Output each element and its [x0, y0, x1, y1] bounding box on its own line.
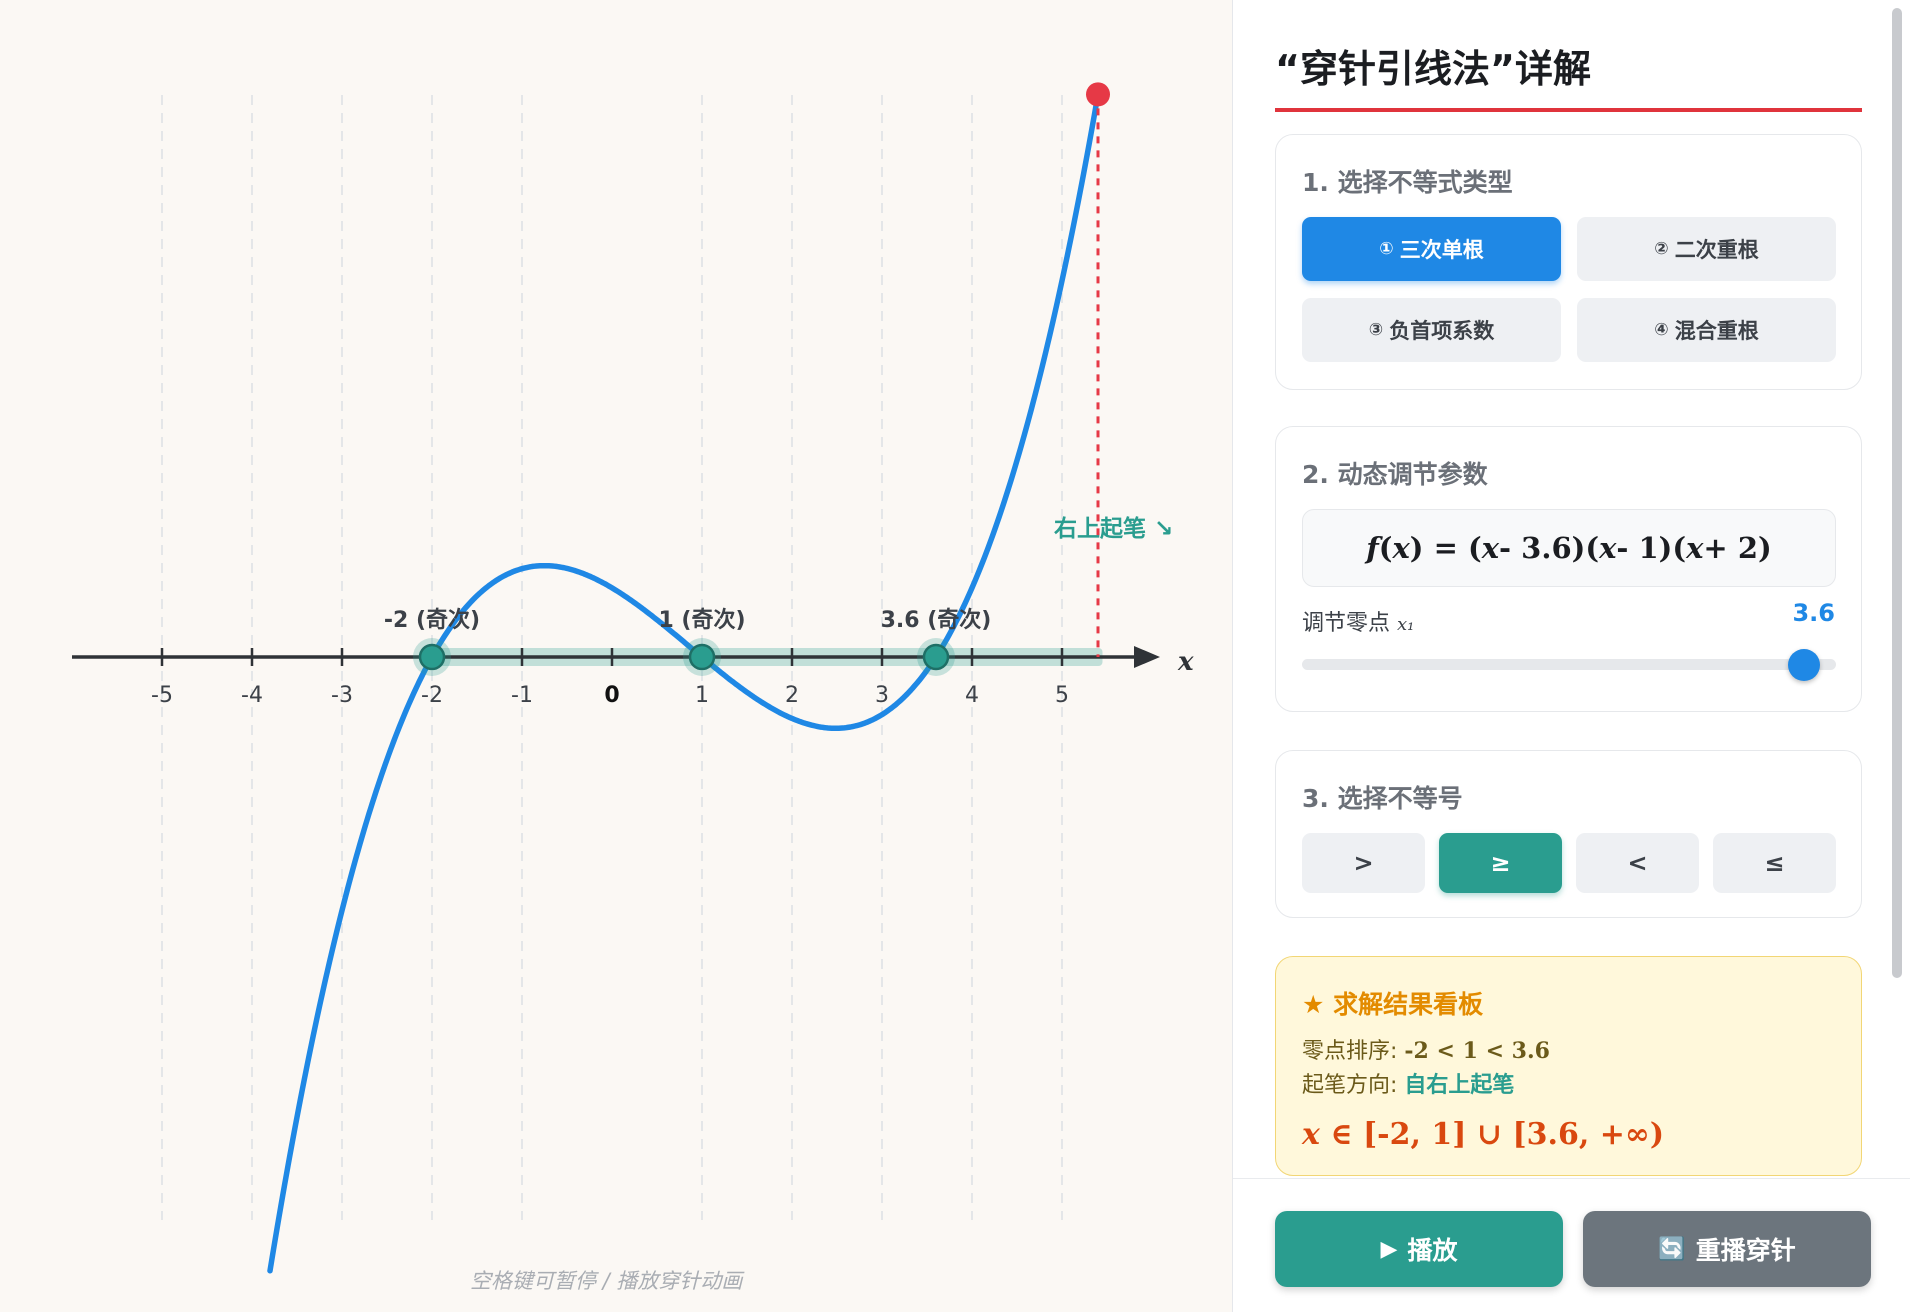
type-option-label: 三次单根 [1399, 238, 1484, 262]
tick-label: 3 [875, 683, 889, 708]
type-option-label: 二次重根 [1674, 238, 1759, 262]
sign-less-button[interactable]: < [1576, 833, 1699, 893]
root-label: 1 (奇次) [658, 607, 745, 633]
type-option-cubic-single[interactable]: ① 三次单根 [1302, 217, 1561, 281]
section3-title: 3. 选择不等号 [1302, 784, 1463, 813]
graph-canvas[interactable]: x -5 -4 -3 -2 -1 0 1 2 3 4 5 右上起笔 ↘ -2 (奇次) 1 (奇次) 3.6 … [0, 0, 1232, 1312]
type-option-label: 负首项系数 [1389, 319, 1495, 343]
action-footer: ▶ 播放 🔄 重播穿针 [1233, 1178, 1910, 1312]
inequality-type-card: 1. 选择不等式类型 ① 三次单根 ② 二次重根 ③ 负首项系数 ④ 混合重根 [1275, 134, 1862, 390]
x-axis-label: x [1177, 647, 1194, 677]
type-option-negative-leading[interactable]: ③ 负首项系数 [1302, 298, 1561, 362]
zero-slider-thumb[interactable] [1787, 649, 1820, 681]
root-point [418, 643, 446, 671]
replay-icon: 🔄 [1658, 1236, 1686, 1262]
type-option-label: 混合重根 [1674, 319, 1759, 343]
sign-less-equal-button[interactable]: ≤ [1713, 833, 1836, 893]
sign-greater-equal-button[interactable]: ≥ [1439, 833, 1562, 893]
star-icon: ★ [1302, 990, 1325, 1019]
play-icon: ▶ [1380, 1236, 1398, 1262]
tick-label: -2 [421, 683, 443, 708]
panel-title: “穿针引线法”详解 [1275, 47, 1591, 91]
result-title: ★ 求解结果看板 [1302, 990, 1484, 1019]
zero-param-value: 3.6 [1792, 599, 1835, 627]
tick-label: -5 [151, 683, 173, 708]
section2-title: 2. 动态调节参数 [1302, 460, 1488, 489]
panel-scrollbar[interactable] [1892, 8, 1902, 978]
function-formula: f(x) = (x - 3.6)(x - 1)(x + 2) [1302, 509, 1836, 587]
control-panel: “穿针引线法”详解 1. 选择不等式类型 ① 三次单根 ② 二次重根 ③ 负首项… [1232, 0, 1910, 1312]
tick-label: 1 [695, 683, 709, 708]
result-board: ★ 求解结果看板 零点排序: -2 < 1 < 3.6 起笔方向: 自右上起笔 … [1275, 956, 1862, 1176]
type-option-quadratic-double[interactable]: ② 二次重根 [1577, 217, 1836, 281]
title-underline [1275, 108, 1862, 112]
tick-label: -4 [241, 683, 263, 708]
sign-greater-button[interactable]: > [1302, 833, 1425, 893]
root-label: 3.6 (奇次) [881, 607, 992, 633]
root-label: -2 (奇次) [384, 607, 480, 633]
tick-label: 2 [785, 683, 799, 708]
replay-button[interactable]: 🔄 重播穿针 [1583, 1211, 1871, 1287]
tick-label: 4 [965, 683, 979, 708]
zero-slider-track[interactable] [1302, 659, 1836, 670]
root-point [922, 643, 950, 671]
inequality-sign-card: 3. 选择不等号 > ≥ < ≤ [1275, 750, 1862, 918]
root-point [688, 643, 716, 671]
tick-label: 5 [1055, 683, 1069, 708]
start-point [1086, 82, 1110, 107]
section1-title: 1. 选择不等式类型 [1302, 168, 1513, 197]
start-direction-row: 起笔方向: 自右上起笔 [1302, 1073, 1515, 1098]
zero-order-row: 零点排序: -2 < 1 < 3.6 [1302, 1038, 1550, 1064]
circle-2-icon: ② [1654, 239, 1669, 259]
x-axis-arrow [1134, 646, 1160, 668]
circle-1-icon: ① [1379, 239, 1394, 259]
start-direction-label: 右上起笔 ↘ [1054, 515, 1173, 542]
keyboard-hint: 空格键可暂停 / 播放穿针动画 [470, 1269, 743, 1293]
graph-svg: x -5 -4 -3 -2 -1 0 1 2 3 4 5 右上起笔 ↘ -2 (奇次) 1 (奇次) 3.6 … [72, 82, 1194, 1274]
zero-param-label: 调节零点 x₁ [1302, 611, 1415, 636]
circle-3-icon: ③ [1368, 320, 1384, 340]
circle-4-icon: ④ [1654, 320, 1669, 340]
tick-label: 0 [604, 683, 619, 708]
type-option-mixed-multiple[interactable]: ④ 混合重根 [1577, 298, 1836, 362]
tick-label: -3 [331, 683, 353, 708]
parameter-card: 2. 动态调节参数 f(x) = (x - 3.6)(x - 1)(x + 2)… [1275, 426, 1862, 712]
solution-set: x ∈ [-2, 1] ∪ [3.6, +∞) [1302, 1117, 1665, 1152]
play-button[interactable]: ▶ 播放 [1275, 1211, 1563, 1287]
tick-label: -1 [511, 683, 533, 708]
